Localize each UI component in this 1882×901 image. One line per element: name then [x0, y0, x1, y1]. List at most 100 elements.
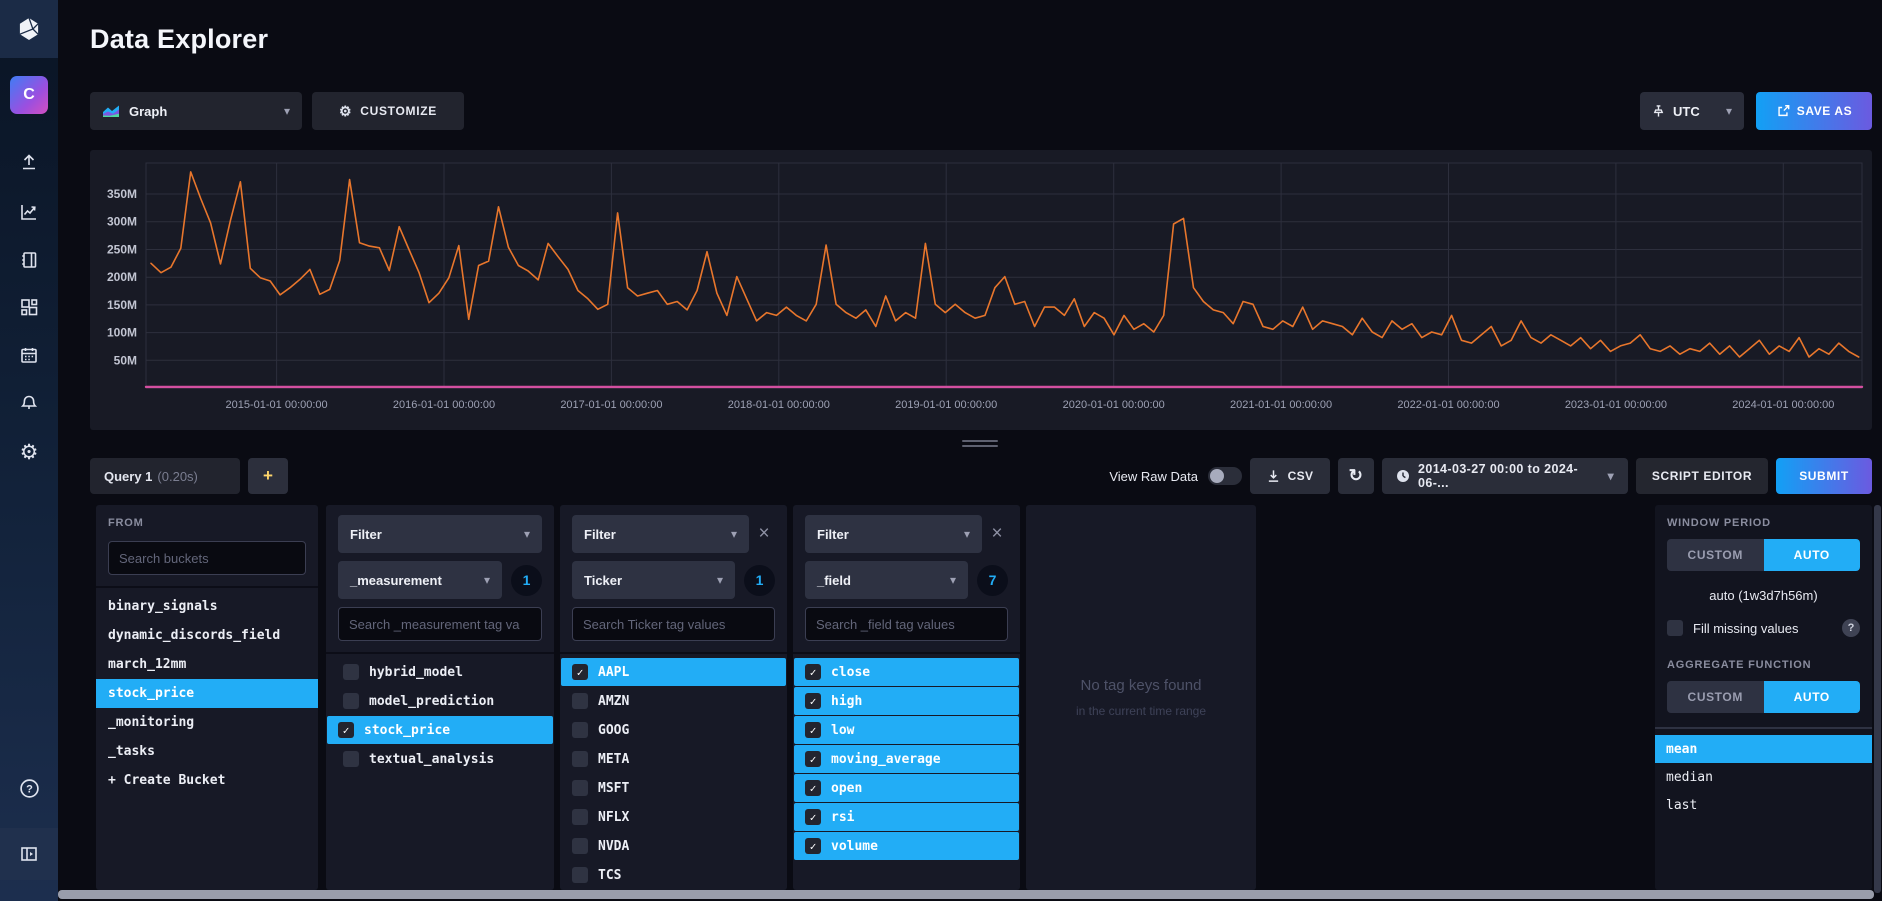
- function-item-selected[interactable]: mean: [1655, 735, 1872, 763]
- checkbox-checked[interactable]: ✓: [572, 664, 588, 680]
- tag-key-dropdown[interactable]: Ticker ▾: [572, 561, 735, 599]
- bucket-item-selected[interactable]: stock_price: [96, 679, 318, 708]
- field-search-input[interactable]: [805, 607, 1008, 641]
- empty-state-subtitle: in the current time range: [1076, 704, 1206, 718]
- checkbox-unchecked[interactable]: [572, 722, 588, 738]
- influxdb-logo[interactable]: [0, 0, 58, 58]
- submit-button[interactable]: SUBMIT: [1776, 458, 1872, 494]
- help-nav-icon[interactable]: ?: [0, 768, 58, 808]
- checkbox-checked[interactable]: ✓: [805, 664, 821, 680]
- remove-filter-button[interactable]: ×: [753, 523, 775, 545]
- tag-value-item-selected[interactable]: ✓ close: [794, 658, 1019, 686]
- remove-filter-button[interactable]: ×: [986, 523, 1008, 545]
- tag-value-item[interactable]: GOOG: [561, 716, 786, 744]
- tag-value-item[interactable]: MSFT: [561, 774, 786, 802]
- tag-value-item[interactable]: hybrid_model: [327, 658, 553, 686]
- tag-value-item[interactable]: META: [561, 745, 786, 773]
- customize-button[interactable]: ⚙ CUSTOMIZE: [312, 92, 464, 130]
- bucket-item[interactable]: binary_signals: [96, 592, 318, 621]
- alerts-bell-nav-icon[interactable]: [0, 383, 58, 423]
- save-as-button[interactable]: SAVE AS: [1756, 92, 1872, 130]
- tag-key-dropdown[interactable]: _measurement ▾: [338, 561, 502, 599]
- checkbox-unchecked[interactable]: [572, 751, 588, 767]
- help-tooltip-icon[interactable]: ?: [1842, 619, 1860, 637]
- view-type-label: Graph: [129, 104, 275, 119]
- ticker-search-input[interactable]: [572, 607, 775, 641]
- tag-value-item[interactable]: TCS: [561, 861, 786, 889]
- divider: [326, 652, 554, 654]
- bucket-item[interactable]: _tasks: [96, 737, 318, 766]
- checkbox-checked[interactable]: ✓: [338, 722, 354, 738]
- tag-value-item-selected[interactable]: ✓ high: [794, 687, 1019, 715]
- user-avatar[interactable]: C: [10, 76, 48, 114]
- csv-download-button[interactable]: CSV: [1250, 458, 1330, 494]
- view-type-dropdown[interactable]: Graph ▾: [90, 92, 302, 130]
- fill-missing-checkbox[interactable]: [1667, 620, 1683, 636]
- tag-value-item-selected[interactable]: ✓ stock_price: [327, 716, 553, 744]
- horizontal-scrollbar[interactable]: [58, 890, 1874, 899]
- line-chart[interactable]: 50M100M150M200M250M300M350M2015-01-01 00…: [90, 150, 1872, 430]
- panel-resize-handle[interactable]: [962, 440, 998, 450]
- data-explorer-nav-icon[interactable]: [0, 192, 58, 232]
- create-bucket-button[interactable]: + Create Bucket: [96, 766, 318, 795]
- settings-gear-nav-icon[interactable]: ⚙: [0, 432, 58, 472]
- add-query-button[interactable]: +: [248, 458, 288, 494]
- sidebar-expand-toggle[interactable]: [0, 828, 58, 880]
- aggregate-auto-tab[interactable]: AUTO: [1764, 681, 1861, 713]
- window-auto-tab[interactable]: AUTO: [1764, 539, 1861, 571]
- tag-value-item-selected[interactable]: ✓ moving_average: [794, 745, 1019, 773]
- view-raw-data-toggle[interactable]: [1208, 467, 1242, 485]
- bucket-item[interactable]: march_12mm: [96, 650, 318, 679]
- download-icon: [1267, 469, 1280, 483]
- tag-value-item[interactable]: AMZN: [561, 687, 786, 715]
- checkbox-checked[interactable]: ✓: [805, 838, 821, 854]
- checkbox-unchecked[interactable]: [343, 693, 359, 709]
- window-custom-tab[interactable]: CUSTOM: [1667, 539, 1764, 571]
- filter-type-dropdown[interactable]: Filter ▾: [572, 515, 749, 553]
- checkbox-unchecked[interactable]: [572, 809, 588, 825]
- filter-type-dropdown[interactable]: Filter ▾: [805, 515, 982, 553]
- refresh-button[interactable]: ↻: [1338, 458, 1374, 494]
- filter-type-dropdown[interactable]: Filter ▾: [338, 515, 542, 553]
- tag-value-item-selected[interactable]: ✓ open: [794, 774, 1019, 802]
- checkbox-unchecked[interactable]: [343, 751, 359, 767]
- vertical-scrollbar[interactable]: [1874, 505, 1881, 893]
- tag-value-item[interactable]: textual_analysis: [327, 745, 553, 773]
- window-aggregate-panel: WINDOW PERIOD CUSTOM AUTO auto (1w3d7h56…: [1655, 505, 1872, 890]
- time-range-dropdown[interactable]: 2014-03-27 00:00 to 2024-06-... ▾: [1382, 458, 1628, 494]
- checkbox-unchecked[interactable]: [572, 693, 588, 709]
- check-icon: ✓: [577, 666, 584, 679]
- bucket-item[interactable]: _monitoring: [96, 708, 318, 737]
- tag-value-item-selected[interactable]: ✓ volume: [794, 832, 1019, 860]
- checkbox-checked[interactable]: ✓: [805, 809, 821, 825]
- tag-value-item[interactable]: NVDA: [561, 832, 786, 860]
- function-item[interactable]: median: [1655, 763, 1872, 791]
- checkbox-unchecked[interactable]: [572, 780, 588, 796]
- checkbox-unchecked[interactable]: [572, 838, 588, 854]
- tag-value-item-selected[interactable]: ✓ low: [794, 716, 1019, 744]
- tag-key-dropdown[interactable]: _field ▾: [805, 561, 968, 599]
- script-editor-button[interactable]: SCRIPT EDITOR: [1636, 458, 1768, 494]
- checkbox-unchecked[interactable]: [572, 867, 588, 883]
- query-tab[interactable]: Query 1 (0.20s): [90, 458, 240, 494]
- selected-count-badge: 1: [744, 565, 775, 596]
- aggregate-custom-tab[interactable]: CUSTOM: [1667, 681, 1764, 713]
- checkbox-checked[interactable]: ✓: [805, 751, 821, 767]
- measurement-search-input[interactable]: [338, 607, 542, 641]
- bucket-item[interactable]: dynamic_discords_field: [96, 621, 318, 650]
- tasks-calendar-nav-icon[interactable]: [0, 335, 58, 375]
- upload-nav-icon[interactable]: [0, 142, 58, 182]
- checkbox-checked[interactable]: ✓: [805, 722, 821, 738]
- dashboards-nav-icon[interactable]: [0, 287, 58, 327]
- tag-value-item-selected[interactable]: ✓ AAPL: [561, 658, 786, 686]
- checkbox-checked[interactable]: ✓: [805, 780, 821, 796]
- bucket-search-input[interactable]: [108, 541, 306, 575]
- checkbox-checked[interactable]: ✓: [805, 693, 821, 709]
- tag-value-item[interactable]: model_prediction: [327, 687, 553, 715]
- function-item[interactable]: last: [1655, 791, 1872, 819]
- tag-value-item-selected[interactable]: ✓ rsi: [794, 803, 1019, 831]
- checkbox-unchecked[interactable]: [343, 664, 359, 680]
- notebooks-nav-icon[interactable]: [0, 240, 58, 280]
- timezone-dropdown[interactable]: UTC ▾: [1640, 92, 1744, 130]
- tag-value-item[interactable]: NFLX: [561, 803, 786, 831]
